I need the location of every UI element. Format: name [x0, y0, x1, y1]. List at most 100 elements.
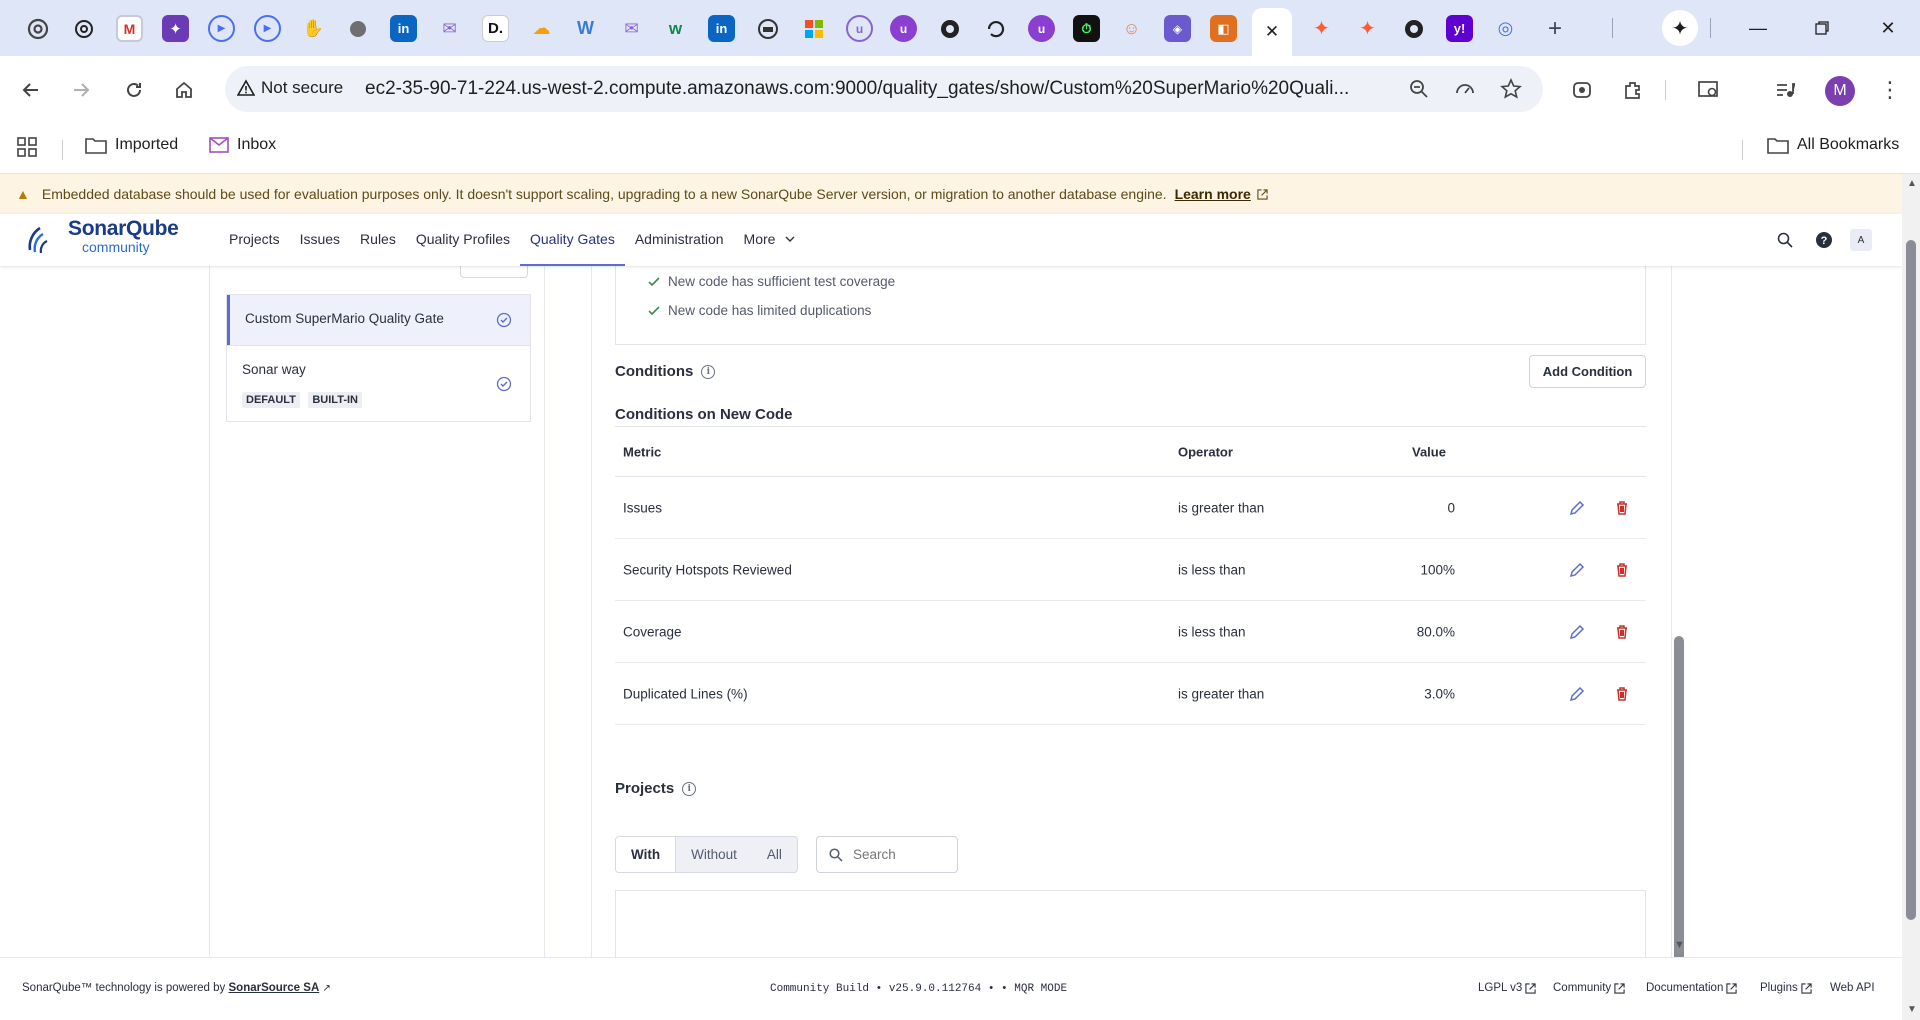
- content-scrollbar-thumb[interactable]: [1674, 636, 1684, 957]
- w3-tab-icon[interactable]: w: [662, 15, 689, 42]
- github-tab-icon[interactable]: [936, 15, 963, 42]
- projects-search-input[interactable]: [853, 847, 943, 862]
- gitlab-tab-icon-2[interactable]: ✦: [1354, 15, 1381, 42]
- extension-puzzle-icon[interactable]: [1567, 75, 1597, 105]
- hand-tab-icon[interactable]: ✋: [300, 15, 327, 42]
- nav-more[interactable]: More: [734, 214, 806, 266]
- reload-icon[interactable]: [118, 74, 150, 106]
- content-scrollbar[interactable]: [1672, 546, 1686, 957]
- app-tab-icon[interactable]: ✦: [162, 15, 189, 42]
- profile-avatar[interactable]: M: [1825, 76, 1855, 106]
- mail-tab-icon-2[interactable]: ✉: [618, 15, 645, 42]
- media-controls-icon[interactable]: [1770, 75, 1800, 105]
- learn-more-link[interactable]: Learn more: [1175, 186, 1251, 202]
- edit-pencil-icon[interactable]: [1569, 562, 1585, 578]
- github-tab-icon-2[interactable]: [1400, 15, 1427, 42]
- create-button-partial[interactable]: [460, 266, 528, 278]
- bookmark-star-icon[interactable]: [1499, 77, 1523, 101]
- scroll-down-icon[interactable]: ▼: [1907, 1004, 1917, 1015]
- scroll-up-icon[interactable]: ▲: [1907, 178, 1917, 189]
- new-tab-button[interactable]: +: [1540, 14, 1570, 44]
- edit-pencil-icon[interactable]: [1569, 686, 1585, 702]
- forward-icon[interactable]: [65, 74, 97, 106]
- video-tab-icon-2[interactable]: ▶: [254, 15, 281, 42]
- yahoo-tab-icon[interactable]: y!: [1446, 15, 1473, 42]
- info-icon[interactable]: i: [701, 364, 716, 379]
- mail-tab-icon[interactable]: ✉: [436, 15, 463, 42]
- gmail-tab-icon[interactable]: M: [116, 15, 143, 42]
- edit-pencil-icon[interactable]: [1569, 624, 1585, 640]
- all-bookmarks-button[interactable]: All Bookmarks: [1767, 136, 1899, 154]
- footer-link-web-api[interactable]: Web API: [1830, 982, 1875, 994]
- delete-trash-icon[interactable]: [1614, 624, 1630, 640]
- gemini-icon[interactable]: ✦: [1662, 10, 1698, 46]
- nav-issues[interactable]: Issues: [290, 214, 350, 266]
- footer-link-lgpl[interactable]: LGPL v3: [1478, 982, 1536, 994]
- browser-menu-icon[interactable]: ⋮: [1875, 75, 1905, 105]
- nav-projects[interactable]: Projects: [219, 214, 290, 266]
- orange-tab-icon[interactable]: ◧: [1210, 15, 1237, 42]
- not-secure-indicator[interactable]: Not secure: [237, 78, 343, 98]
- timer-tab-icon[interactable]: ⏱: [1073, 15, 1100, 42]
- filter-with[interactable]: With: [616, 837, 677, 872]
- nav-administration[interactable]: Administration: [625, 214, 734, 266]
- bookmark-imported[interactable]: Imported: [85, 136, 178, 154]
- docker-tab-icon[interactable]: [754, 15, 781, 42]
- gitlab-tab-icon[interactable]: ✦: [1308, 15, 1335, 42]
- page-scrollbar[interactable]: ▲ ▼: [1902, 174, 1920, 1020]
- wave-tab-icon[interactable]: ◎: [1492, 15, 1519, 42]
- gate-item-sonar-way[interactable]: Sonar way DEFAULT BUILT-IN: [227, 345, 530, 421]
- footer-link-documentation[interactable]: Documentation: [1646, 982, 1737, 994]
- performance-icon[interactable]: [1453, 77, 1477, 101]
- cloud-tab-icon[interactable]: ☁: [528, 15, 555, 42]
- sonarqube-logo[interactable]: SonarQube community: [26, 218, 179, 256]
- filter-without[interactable]: Without: [676, 837, 752, 872]
- linkedin-tab-icon-2[interactable]: in: [708, 15, 735, 42]
- close-tab-icon[interactable]: ✕: [1265, 22, 1279, 42]
- delete-trash-icon[interactable]: [1614, 562, 1630, 578]
- edit-pencil-icon[interactable]: [1569, 500, 1585, 516]
- globe-tab-icon[interactable]: [344, 15, 371, 42]
- filter-all[interactable]: All: [752, 837, 797, 872]
- purple-tab-icon[interactable]: ◈: [1164, 15, 1191, 42]
- gate-item-custom-supermario[interactable]: Custom SuperMario Quality Gate: [227, 295, 530, 345]
- scroll-down-icon[interactable]: ▼: [1674, 939, 1685, 951]
- linkedin-tab-icon[interactable]: in: [390, 15, 417, 42]
- info-icon[interactable]: i: [682, 781, 697, 796]
- video-tab-icon[interactable]: ▶: [208, 15, 235, 42]
- footer-link-community[interactable]: Community: [1553, 982, 1625, 994]
- dev-tab-icon[interactable]: D.: [482, 15, 509, 42]
- help-icon[interactable]: ?: [1814, 230, 1834, 250]
- extensions-icon[interactable]: [1618, 75, 1648, 105]
- chrome-tab-icon[interactable]: [24, 15, 51, 42]
- active-tab[interactable]: ✕: [1252, 8, 1292, 56]
- user-avatar[interactable]: A: [1850, 229, 1872, 251]
- delete-trash-icon[interactable]: [1614, 500, 1630, 516]
- nav-quality-gates[interactable]: Quality Gates: [520, 214, 625, 266]
- home-icon[interactable]: [168, 74, 200, 106]
- restore-icon[interactable]: [1807, 14, 1837, 42]
- sonarsource-link[interactable]: SonarSource SA: [229, 982, 320, 994]
- apps-grid-icon[interactable]: [16, 136, 38, 158]
- address-bar[interactable]: Not secure ec2-35-90-71-224.us-west-2.co…: [225, 66, 1543, 112]
- openai-tab-icon[interactable]: [70, 15, 97, 42]
- u-tab-icon[interactable]: u: [846, 15, 873, 42]
- bookmark-inbox[interactable]: Inbox: [209, 136, 276, 154]
- face-tab-icon[interactable]: ☺: [1118, 15, 1145, 42]
- nav-quality-profiles[interactable]: Quality Profiles: [406, 214, 520, 266]
- back-icon[interactable]: [15, 74, 47, 106]
- zoom-icon[interactable]: [1407, 77, 1431, 101]
- u-tab-icon-3[interactable]: u: [1028, 15, 1055, 42]
- close-window-icon[interactable]: ✕: [1873, 14, 1903, 42]
- microsoft-tab-icon[interactable]: [800, 15, 827, 42]
- page-scrollbar-thumb[interactable]: [1906, 240, 1916, 920]
- add-condition-button[interactable]: Add Condition: [1529, 355, 1646, 388]
- nav-rules[interactable]: Rules: [350, 214, 406, 266]
- u-tab-icon-2[interactable]: u: [890, 15, 917, 42]
- refresh-tab-icon[interactable]: [982, 15, 1009, 42]
- w-tab-icon[interactable]: W: [572, 15, 599, 42]
- footer-link-plugins[interactable]: Plugins: [1760, 982, 1812, 994]
- url-text[interactable]: ec2-35-90-71-224.us-west-2.compute.amazo…: [365, 78, 1365, 100]
- delete-trash-icon[interactable]: [1614, 686, 1630, 702]
- search-icon[interactable]: [1775, 230, 1795, 250]
